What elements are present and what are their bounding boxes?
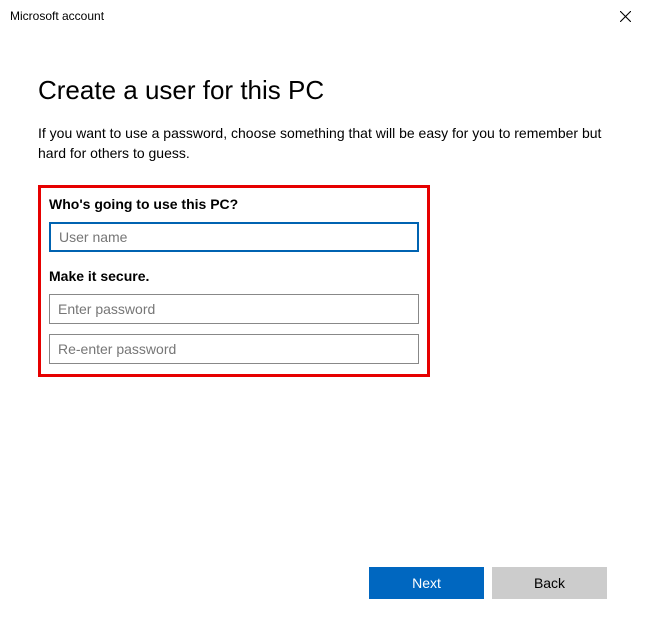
window-title: Microsoft account: [10, 9, 104, 23]
footer-buttons: Next Back: [369, 567, 607, 599]
content-area: Create a user for this PC If you want to…: [0, 30, 645, 377]
page-description: If you want to use a password, choose so…: [38, 124, 607, 163]
password-confirm-input[interactable]: [49, 334, 419, 364]
password-input[interactable]: [49, 294, 419, 324]
form-highlight-box: Who's going to use this PC? Make it secu…: [38, 185, 430, 377]
page-title: Create a user for this PC: [38, 75, 607, 106]
titlebar: Microsoft account: [0, 0, 645, 30]
username-section-label: Who's going to use this PC?: [49, 196, 419, 212]
close-button[interactable]: [615, 6, 635, 26]
password-section-label: Make it secure.: [49, 268, 419, 284]
username-input[interactable]: [49, 222, 419, 252]
close-icon: [620, 11, 631, 22]
back-button[interactable]: Back: [492, 567, 607, 599]
next-button[interactable]: Next: [369, 567, 484, 599]
